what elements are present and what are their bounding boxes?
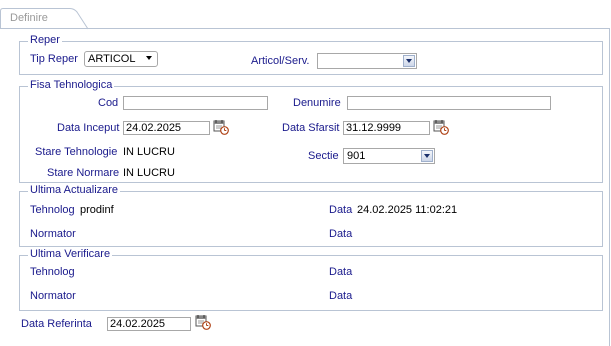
cod-input[interactable]: [123, 96, 268, 110]
stare-tehnologie-value: IN LUCRU: [123, 146, 175, 158]
sectie-value: 901: [347, 150, 366, 162]
denumire-input[interactable]: [347, 96, 551, 110]
data-sfarsit-label: Data Sfarsit: [282, 122, 340, 134]
fisa-legend: Fisa Tehnologica: [28, 79, 115, 91]
verificare-normator-label: Normator: [30, 290, 76, 302]
stare-normare-label: Stare Normare: [47, 167, 120, 179]
tip-reper-label: Tip Reper: [30, 53, 78, 65]
actualizare-data1-label: Data: [329, 204, 353, 216]
data-referinta-input[interactable]: 24.02.2025: [107, 317, 191, 331]
stare-tehnologie-label: Stare Tehnologie: [35, 146, 118, 158]
actualizare-tehnolog-value: prodinf: [80, 204, 114, 216]
cod-label: Cod: [98, 97, 119, 109]
stare-normare-value: IN LUCRU: [123, 167, 175, 179]
articol-label: Articol/Serv.: [251, 55, 310, 67]
denumire-label: Denumire: [293, 97, 341, 109]
ultima-actualizare-legend: Ultima Actualizare: [28, 184, 121, 196]
verificare-data1-label: Data: [329, 266, 353, 278]
reper-legend: Reper: [28, 34, 62, 46]
chevron-down-icon: [403, 55, 415, 67]
articol-select[interactable]: [317, 53, 417, 69]
sectie-select[interactable]: 901: [343, 148, 435, 164]
ultima-verificare-group: Ultima Verificare: [19, 248, 603, 311]
tip-reper-select[interactable]: ARTICOL: [84, 51, 158, 67]
calendar-clock-icon[interactable]: [433, 119, 449, 135]
chevron-down-icon: [421, 150, 433, 162]
tab-label: Definire: [10, 12, 48, 24]
data-sfarsit-input[interactable]: 31.12.9999: [343, 121, 430, 135]
data-inceput-input[interactable]: 24.02.2025: [123, 121, 210, 135]
actualizare-normator-label: Normator: [30, 228, 76, 240]
actualizare-tehnolog-label: Tehnolog: [30, 204, 75, 216]
actualizare-data1-value: 24.02.2025 11:02:21: [357, 204, 458, 216]
tab-definire[interactable]: Definire: [0, 8, 89, 30]
verificare-data2-label: Data: [329, 290, 353, 302]
ultima-actualizare-group: Ultima Actualizare: [19, 184, 603, 247]
sectie-label: Sectie: [308, 150, 339, 162]
data-referinta-label: Data Referinta: [21, 318, 92, 330]
calendar-clock-icon[interactable]: [195, 314, 211, 330]
chevron-down-icon: [144, 53, 156, 65]
ultima-verificare-legend: Ultima Verificare: [28, 248, 113, 260]
verificare-tehnolog-label: Tehnolog: [30, 266, 75, 278]
tip-reper-value: ARTICOL: [88, 53, 136, 65]
data-inceput-label: Data Inceput: [57, 122, 120, 134]
actualizare-data2-label: Data: [329, 228, 353, 240]
calendar-clock-icon[interactable]: [213, 119, 229, 135]
